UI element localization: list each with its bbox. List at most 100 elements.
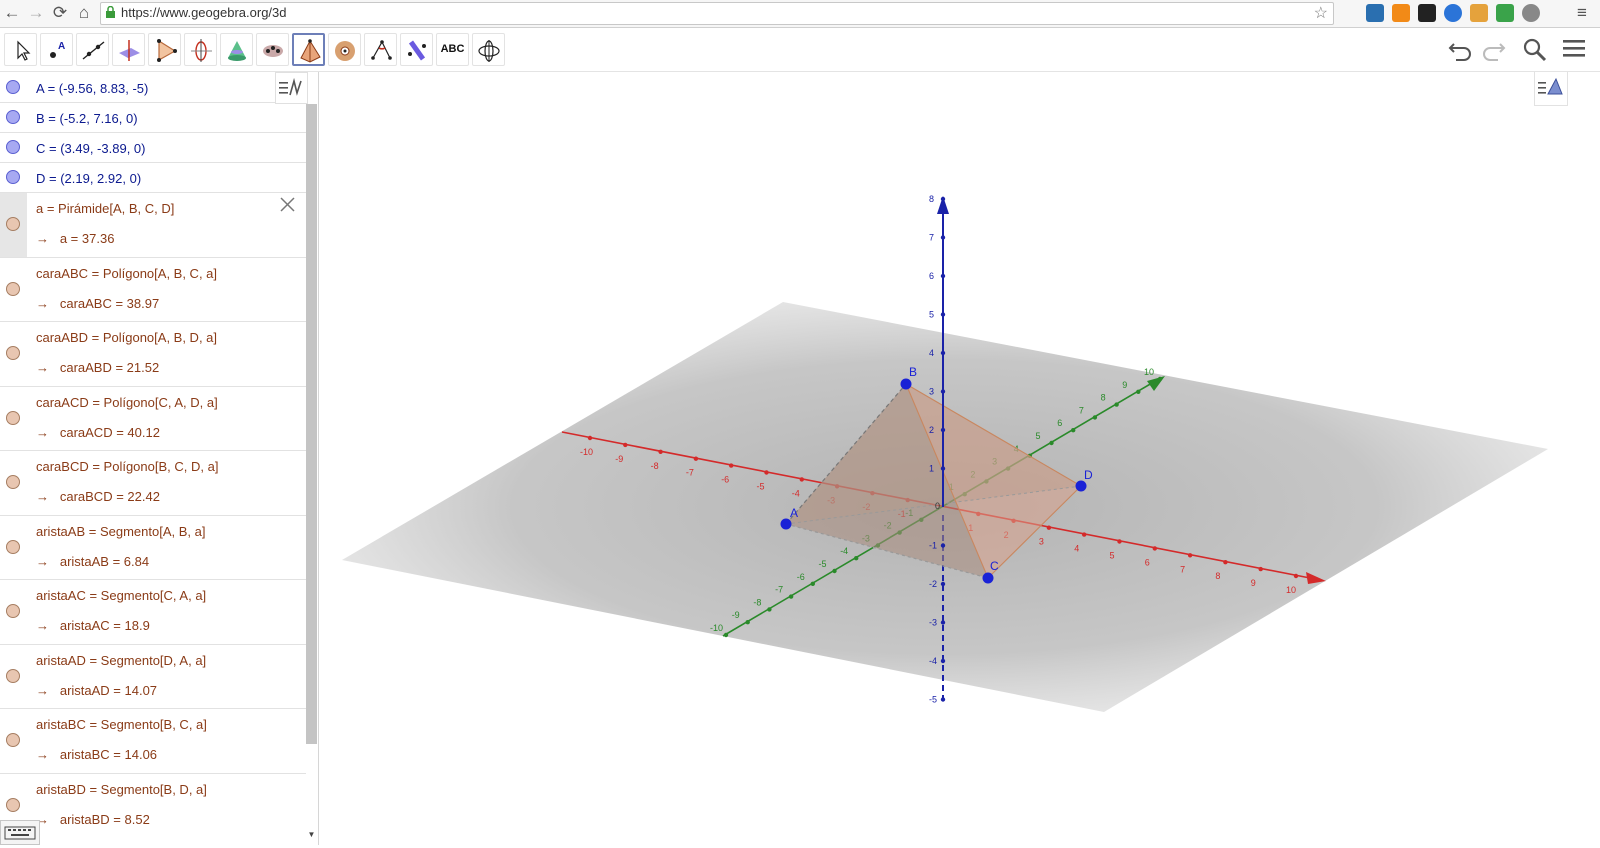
visibility-toggle-icon[interactable] — [6, 410, 20, 425]
y-tick-label: 10 — [1144, 367, 1154, 377]
list-item-point-d[interactable]: D = (2.19, 2.92, 0) — [0, 163, 306, 193]
list-item-object[interactable]: aristaBD = Segmento[B, D, a] → aristaBD … — [0, 774, 306, 846]
object-value: → caraBCD = 22.42 — [36, 489, 160, 504]
intersect-surfaces-tool[interactable] — [220, 33, 253, 66]
point-a[interactable] — [780, 518, 792, 530]
list-item-object[interactable]: caraACD = Polígono[C, A, D, a] → caraACD… — [0, 387, 306, 451]
close-icon — [280, 197, 295, 212]
z-tick-mark — [940, 620, 946, 625]
point-a-label: A — [790, 506, 798, 520]
firefox-sync-icon[interactable] — [1444, 4, 1462, 22]
angle-tool[interactable] — [364, 33, 397, 66]
list-item-object[interactable]: caraBCD = Polígono[B, C, D, a] → caraBCD… — [0, 451, 306, 516]
z-tick-label: -2 — [929, 579, 937, 589]
forward-button[interactable]: → — [26, 2, 46, 24]
polygon-tool[interactable] — [148, 33, 181, 66]
scroll-down-arrow-icon[interactable]: ▼ — [306, 830, 317, 845]
object-value: → caraABD = 21.52 — [36, 360, 160, 375]
list-item-object[interactable]: caraABD = Polígono[A, B, D, a] → caraABD… — [0, 322, 306, 387]
x-tick-label: 8 — [1215, 571, 1220, 581]
visibility-toggle-icon[interactable] — [6, 539, 20, 554]
scrollbar-thumb[interactable] — [306, 104, 317, 744]
object-value: → caraABC = 38.97 — [36, 295, 160, 311]
extension-s-icon[interactable] — [1366, 4, 1384, 22]
list-item-pyramid[interactable]: a = Pirámide[A, B, C, D] → a = 37.36 — [0, 193, 306, 258]
owl-extension-icon[interactable] — [1418, 4, 1436, 22]
visibility-toggle-icon[interactable] — [6, 80, 20, 94]
z-tick-label: 1 — [929, 464, 934, 474]
visibility-toggle-icon[interactable] — [6, 604, 20, 618]
bug-extension-icon[interactable] — [1522, 4, 1540, 22]
algebra-style-icon — [279, 77, 302, 96]
circle-axis-tool[interactable] — [184, 33, 217, 66]
z-tick-mark — [940, 466, 946, 471]
reflect-icon — [408, 40, 426, 61]
point-definition: C = (3.49, -3.89, 0) — [36, 141, 146, 156]
sphere-tool[interactable] — [256, 33, 289, 66]
point-c[interactable] — [982, 572, 994, 584]
text-tool[interactable]: ABC — [436, 33, 469, 66]
home-button[interactable]: ⌂ — [74, 2, 94, 24]
graphics-3d-view[interactable]: -10 -9 -8 -7 -6 -5 -4 -3 -2 -1 1 2 3 4 5 6 7 8 9 10 -10 -9 -8… — [319, 72, 1600, 845]
list-item-point-b[interactable]: B = (-5.2, 7.16, 0) — [0, 103, 306, 133]
object-definition: aristaAD = Segmento[D, A, a] — [36, 652, 207, 668]
browser-toolbar: ← → ⟳ ⌂ https://www.geogebra.org/3d ☆ ≡ — [0, 0, 1600, 28]
browser-menu-button[interactable]: ≡ — [1572, 2, 1592, 24]
rss-icon[interactable] — [1392, 4, 1410, 22]
x-tick-label: 3 — [1039, 537, 1044, 547]
visibility-toggle-icon[interactable] — [6, 475, 20, 489]
point-c-label: C — [990, 559, 999, 573]
point-definition: A = (-9.56, 8.83, -5) — [36, 81, 149, 96]
move-tool[interactable] — [4, 33, 37, 66]
keyboard-icon — [4, 826, 36, 840]
close-button[interactable] — [275, 193, 300, 217]
rotate-view-tool[interactable] — [472, 33, 505, 66]
keyboard-button[interactable] — [0, 820, 40, 845]
visibility-toggle-icon[interactable] — [6, 797, 20, 812]
list-item-object[interactable]: aristaAB = Segmento[A, B, a] → aristaAB … — [0, 516, 306, 580]
object-value: → aristaAD = 14.07 — [36, 682, 158, 698]
list-item-object[interactable]: aristaAC = Segmento[C, A, a] → aristaAC … — [0, 580, 306, 645]
redo-button[interactable] — [1478, 34, 1508, 64]
object-definition: aristaBC = Segmento[B, C, a] — [36, 717, 207, 732]
point-tool[interactable]: A — [40, 33, 73, 66]
person-extension-icon[interactable] — [1496, 4, 1514, 22]
object-definition: a = Pirámide[A, B, C, D] — [36, 201, 175, 216]
list-item-object[interactable]: aristaBC = Segmento[B, C, a] → aristaBC … — [0, 709, 306, 774]
undo-button[interactable] — [1446, 34, 1476, 64]
y-tick-label: 8 — [1101, 393, 1106, 403]
reflect-tool[interactable] — [400, 33, 433, 66]
point-d[interactable] — [1075, 480, 1087, 492]
reload-button[interactable]: ⟳ — [50, 2, 70, 24]
y-tick-label: -6 — [797, 572, 805, 582]
visibility-toggle-icon[interactable] — [6, 281, 20, 296]
back-button[interactable]: ← — [2, 2, 22, 24]
main-menu-button[interactable] — [1560, 34, 1590, 64]
polygon-icon — [157, 39, 177, 62]
key-extension-icon[interactable] — [1470, 4, 1488, 22]
visibility-toggle-icon[interactable] — [6, 733, 20, 747]
line-tool[interactable] — [76, 33, 109, 66]
undo-icon — [1448, 43, 1471, 61]
visibility-toggle-icon[interactable] — [6, 668, 20, 683]
pyramid-tool[interactable] — [292, 33, 325, 66]
algebra-style-bar-button[interactable] — [275, 72, 308, 104]
list-item-object[interactable]: caraABC = Polígono[A, B, C, a] → caraABC… — [0, 258, 306, 322]
bookmark-star-icon[interactable]: ☆ — [1314, 3, 1328, 23]
list-item-object[interactable]: aristaAD = Segmento[D, A, a] → aristaAD … — [0, 645, 306, 709]
search-button[interactable] — [1520, 34, 1550, 64]
visibility-toggle-icon[interactable] — [6, 346, 20, 360]
z-tick-label: -4 — [929, 656, 937, 666]
visibility-toggle-icon[interactable] — [6, 217, 20, 231]
visibility-toggle-icon[interactable] — [6, 170, 20, 184]
z-tick-label: -1 — [929, 541, 937, 551]
list-item-point-c[interactable]: C = (3.49, -3.89, 0) — [0, 133, 306, 163]
address-bar[interactable]: https://www.geogebra.org/3d ☆ — [100, 2, 1334, 25]
point-b[interactable] — [900, 378, 912, 390]
visibility-toggle-icon[interactable] — [6, 110, 20, 124]
perpendicular-tool[interactable] — [112, 33, 145, 66]
visibility-toggle-icon[interactable] — [6, 140, 20, 154]
graphics-style-bar-button[interactable] — [1534, 72, 1568, 106]
sphere-center-tool[interactable] — [328, 33, 361, 66]
list-item-point-a[interactable]: A = (-9.56, 8.83, -5) — [0, 72, 306, 103]
